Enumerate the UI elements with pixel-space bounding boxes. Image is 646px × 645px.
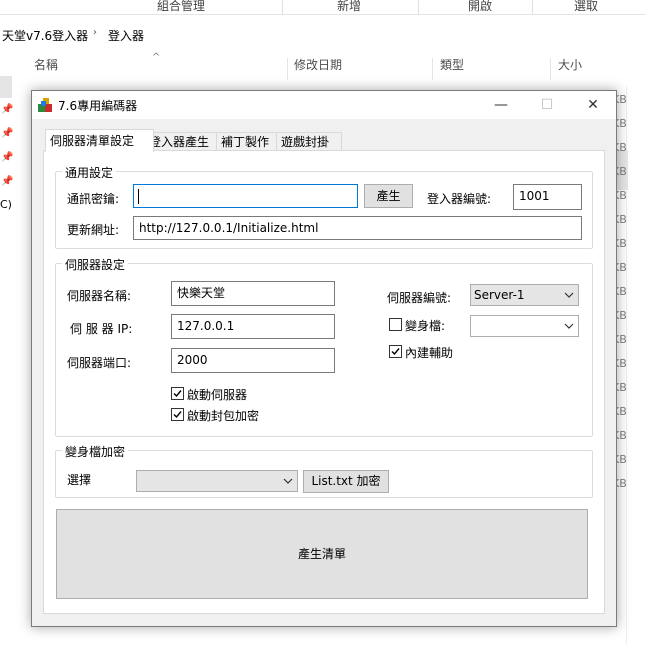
nav-pane: 📌 📌 📌 📌 C) bbox=[0, 70, 14, 220]
check-icon bbox=[173, 411, 182, 419]
ribbon-organize[interactable]: 組合管理 bbox=[157, 0, 205, 14]
packet-encrypt-checkbox[interactable] bbox=[171, 408, 184, 421]
start-server-checkbox[interactable] bbox=[171, 387, 184, 400]
morph-select[interactable] bbox=[470, 315, 579, 337]
packet-encrypt-label: 啟動封包加密 bbox=[187, 409, 260, 423]
generate-list-button[interactable]: 產生清單 bbox=[56, 509, 588, 599]
close-button[interactable]: ✕ bbox=[570, 91, 616, 119]
ribbon-select[interactable]: 選取 bbox=[574, 0, 598, 14]
explorer-ribbon: 組合管理 新增 開啟 選取 bbox=[0, 0, 646, 15]
window-title: 7.6專用編碼器 bbox=[58, 99, 138, 113]
morph-file-select[interactable] bbox=[136, 470, 298, 492]
column-type[interactable]: 類型 bbox=[440, 56, 464, 82]
address-bar[interactable]: 天堂v7.6登入器 › 登入器 bbox=[0, 24, 646, 46]
generate-key-button[interactable]: 產生 bbox=[364, 184, 413, 208]
morph-encrypt-title: 變身檔加密 bbox=[62, 443, 129, 460]
update-url-input[interactable]: http://127.0.0.1/Initialize.html bbox=[133, 216, 582, 240]
general-settings-title: 通用設定 bbox=[62, 164, 117, 181]
server-settings-title: 伺服器設定 bbox=[62, 256, 129, 273]
title-bar[interactable]: 7.6專用編碼器 — ☐ ✕ bbox=[32, 91, 616, 119]
tab-anti-hack[interactable]: 遊戲封掛 bbox=[276, 132, 342, 152]
server-name-input[interactable]: 快樂天堂 bbox=[171, 281, 335, 306]
chevron-down-icon bbox=[564, 323, 574, 329]
text-caret bbox=[138, 189, 139, 204]
pin-icon: 📌 bbox=[1, 152, 14, 163]
list-encrypt-button[interactable]: List.txt 加密 bbox=[303, 470, 389, 493]
builtin-assist-label: 內建輔助 bbox=[405, 346, 454, 360]
update-url-label: 更新網址: bbox=[67, 223, 120, 237]
server-ip-label: 伺 服 器 IP: bbox=[70, 322, 133, 336]
ribbon-new[interactable]: 新增 bbox=[337, 0, 361, 14]
server-name-label: 伺服器名稱: bbox=[67, 289, 132, 303]
server-id-label: 伺服器編號: bbox=[387, 291, 452, 305]
check-icon bbox=[173, 390, 182, 398]
server-ip-input[interactable]: 127.0.0.1 bbox=[171, 314, 335, 339]
app-icon bbox=[38, 98, 52, 112]
maximize-button[interactable]: ☐ bbox=[524, 91, 570, 119]
pin-icon: 📌 bbox=[1, 104, 14, 115]
key-input[interactable] bbox=[133, 184, 358, 208]
minimize-button[interactable]: — bbox=[478, 91, 524, 119]
morph-encrypt-group: 變身檔加密 選擇 List.txt 加密 bbox=[55, 443, 593, 498]
pin-icon: 📌 bbox=[1, 176, 14, 187]
server-port-input[interactable]: 2000 bbox=[171, 348, 335, 373]
pin-icon: 📌 bbox=[1, 128, 14, 139]
explorer-scrollbar[interactable] bbox=[626, 86, 646, 645]
builtin-assist-checkbox[interactable] bbox=[389, 345, 402, 358]
server-port-label: 伺服器端口: bbox=[67, 356, 132, 370]
column-name[interactable]: 名稱 bbox=[34, 56, 58, 82]
breadcrumb-chevron-icon: › bbox=[93, 27, 97, 38]
tab-launcher-gen[interactable]: 登入器產生 bbox=[144, 132, 222, 152]
tab-panel: 通用設定 通訊密鑰: 產生 登入器編號: 1001 更新網址: http://1… bbox=[43, 150, 605, 614]
column-size[interactable]: 大小 bbox=[558, 56, 582, 82]
morph-label: 變身檔: bbox=[405, 319, 446, 333]
nav-item-partial[interactable]: C) bbox=[0, 198, 12, 211]
ribbon-open[interactable]: 開啟 bbox=[468, 0, 492, 14]
chevron-down-icon bbox=[283, 478, 293, 484]
encoder-dialog: 7.6專用編碼器 — ☐ ✕ 伺服器清單設定 登入器產生 補丁製作 遊戲封掛 通… bbox=[31, 90, 617, 627]
start-server-label: 啟動伺服器 bbox=[187, 388, 248, 402]
column-modified[interactable]: 修改日期 bbox=[294, 56, 342, 82]
select-label: 選擇 bbox=[67, 473, 92, 487]
launcher-id-input[interactable]: 1001 bbox=[513, 184, 582, 210]
breadcrumb-current[interactable]: 登入器 bbox=[108, 27, 144, 44]
tab-server-list[interactable]: 伺服器清單設定 bbox=[45, 129, 154, 152]
server-id-select[interactable]: Server-1 bbox=[470, 284, 579, 306]
general-settings-group: 通用設定 通訊密鑰: 產生 登入器編號: 1001 更新網址: http://1… bbox=[55, 164, 593, 249]
server-settings-group: 伺服器設定 伺服器名稱: 快樂天堂 伺 服 器 IP: 127.0.0.1 伺服… bbox=[55, 256, 593, 437]
key-label: 通訊密鑰: bbox=[67, 192, 120, 206]
morph-checkbox[interactable] bbox=[389, 318, 402, 331]
chevron-down-icon bbox=[564, 292, 574, 298]
launcher-id-label: 登入器編號: bbox=[427, 192, 492, 206]
tab-patch[interactable]: 補丁製作 bbox=[216, 132, 282, 152]
breadcrumb-parent[interactable]: 天堂v7.6登入器 bbox=[2, 27, 88, 44]
sort-up-icon: ^ bbox=[152, 52, 161, 63]
check-icon bbox=[391, 348, 400, 356]
